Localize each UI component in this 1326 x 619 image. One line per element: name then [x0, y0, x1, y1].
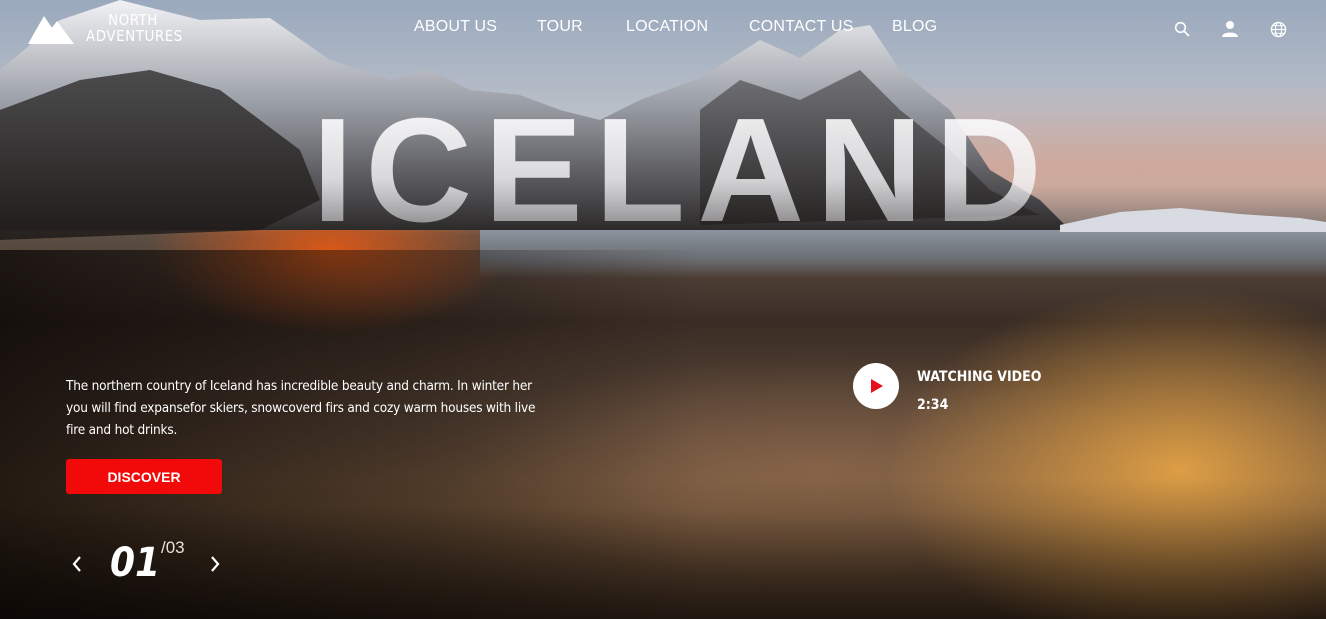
discover-button[interactable]: DISCOVER [66, 459, 222, 494]
chevron-right-icon [211, 556, 220, 572]
hero-title: ICELAND [0, 96, 1326, 246]
video-block: WATCHING VIDEO 2:34 [853, 363, 1041, 419]
video-label: WATCHING VIDEO [917, 369, 1042, 385]
search-icon[interactable] [1172, 19, 1192, 39]
nav-item-blog[interactable]: BLOG [892, 18, 937, 36]
total-slides: /03 [161, 538, 185, 557]
nav-item-location[interactable]: LOCATION [626, 18, 708, 36]
hero-section: NORTH ADVENTURES ABOUT US TOUR LOCATION … [0, 0, 1326, 619]
play-icon [871, 379, 883, 393]
current-slide-number: 01 [110, 540, 161, 586]
main-nav: ABOUT US TOUR LOCATION CONTACT US BLOG [0, 18, 1326, 40]
nav-item-about-us[interactable]: ABOUT US [414, 18, 497, 36]
hero-description: The northern country of Iceland has incr… [66, 378, 536, 438]
video-duration: 2:34 [917, 397, 949, 413]
nav-item-tour[interactable]: TOUR [537, 18, 583, 36]
chevron-left-icon [72, 556, 81, 572]
nav-icon-group [1172, 19, 1288, 39]
play-video-button[interactable] [853, 363, 899, 409]
user-icon[interactable] [1220, 19, 1240, 39]
video-meta: WATCHING VIDEO 2:34 [917, 363, 1041, 419]
next-slide-button[interactable] [204, 552, 226, 576]
globe-icon[interactable] [1268, 19, 1288, 39]
prev-slide-button[interactable] [66, 552, 88, 576]
nav-item-contact-us[interactable]: CONTACT US [749, 18, 854, 36]
slide-pager: 01 /03 [66, 538, 236, 590]
